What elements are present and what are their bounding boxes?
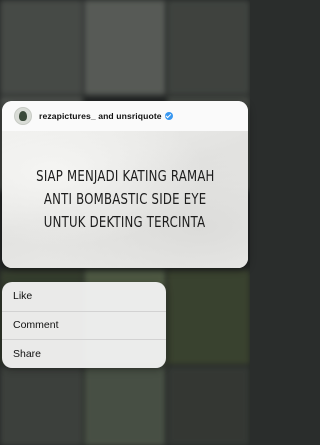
quote-line-2: ANTI BOMBASTIC SIDE EYE	[43, 190, 207, 208]
quote-line-3: UNTUK DEKTING TERCINTA	[44, 213, 206, 231]
post-preview-card[interactable]: rezapictures_ and unsriquote SIAP MENJAD…	[2, 101, 248, 268]
like-button[interactable]: Like	[2, 282, 166, 311]
context-menu: Like Comment Share	[2, 282, 166, 368]
comment-button[interactable]: Comment	[2, 310, 166, 340]
profile-avatar[interactable]	[14, 107, 32, 125]
quote-line-1: SIAP MENJADI KATING RAMAH	[35, 167, 215, 185]
verified-badge-icon	[164, 112, 173, 120]
post-image[interactable]: SIAP MENJADI KATING RAMAH ANTI BOMBASTIC…	[2, 131, 248, 268]
share-button[interactable]: Share	[2, 339, 166, 368]
post-header: rezapictures_ and unsriquote	[2, 101, 248, 131]
post-author[interactable]: rezapictures_ and unsriquote	[39, 111, 162, 121]
